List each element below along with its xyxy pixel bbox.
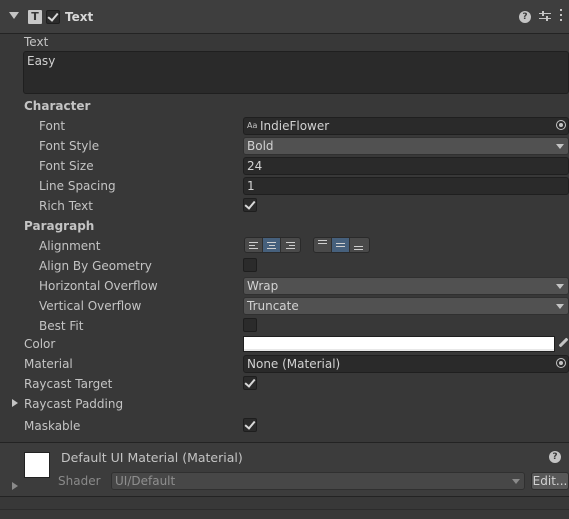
maskable-checkbox[interactable] [243, 418, 257, 432]
eyedropper-icon[interactable] [558, 337, 569, 349]
text-component-icon: T [28, 10, 42, 24]
line-spacing-value: 1 [247, 179, 255, 193]
component-title: Text [65, 10, 94, 24]
horizontal-overflow-label: Horizontal Overflow [39, 279, 158, 293]
align-top-button[interactable] [314, 238, 332, 252]
color-label: Color [24, 337, 56, 351]
align-by-geometry-label: Align By Geometry [39, 259, 152, 273]
font-size-label: Font Size [39, 159, 94, 173]
color-swatch[interactable] [243, 336, 555, 352]
raycast-padding-foldout-icon[interactable] [12, 399, 18, 407]
material-preview-thumbnail [24, 452, 50, 478]
component-enabled-checkbox[interactable] [46, 10, 60, 24]
raycast-padding-label[interactable]: Raycast Padding [24, 397, 123, 411]
checkmark-icon [47, 10, 59, 22]
section-divider [0, 509, 569, 510]
font-asset-icon: Aa [247, 121, 258, 130]
character-heading: Character [24, 99, 91, 113]
horizontal-overflow-dropdown[interactable]: Wrap [243, 277, 569, 295]
vertical-overflow-dropdown[interactable]: Truncate [243, 297, 569, 315]
font-label: Font [39, 119, 66, 133]
font-size-value: 24 [247, 159, 263, 173]
font-field[interactable]: Aa IndieFlower [243, 117, 569, 135]
align-bottom-button[interactable] [350, 238, 368, 252]
line-spacing-label: Line Spacing [39, 179, 116, 193]
chevron-down-icon [556, 284, 564, 289]
paragraph-heading: Paragraph [24, 219, 95, 233]
align-middle-button[interactable] [332, 238, 350, 252]
raycast-target-checkbox[interactable] [243, 376, 257, 390]
align-left-button[interactable] [245, 238, 263, 252]
font-style-dropdown[interactable]: Bold [243, 137, 569, 155]
shader-dropdown[interactable]: UI/Default [111, 472, 525, 490]
font-value: IndieFlower [260, 119, 330, 133]
inspector-bottom [0, 497, 569, 519]
shader-value: UI/Default [115, 474, 176, 488]
context-menu-icon[interactable] [559, 8, 563, 22]
rich-text-label: Rich Text [39, 199, 93, 213]
alignment-label: Alignment [39, 239, 101, 253]
chevron-down-icon [556, 304, 564, 309]
help-icon[interactable]: ? [519, 11, 531, 23]
text-area-value: Easy [27, 54, 56, 68]
checkmark-icon [244, 418, 256, 430]
horizontal-overflow-value: Wrap [247, 279, 279, 293]
checkmark-icon [244, 198, 256, 210]
material-field[interactable]: None (Material) [243, 355, 569, 373]
vertical-alignment-group [313, 237, 370, 253]
font-size-field[interactable]: 24 [243, 157, 569, 175]
align-center-button[interactable] [263, 238, 281, 252]
line-spacing-field[interactable]: 1 [243, 177, 569, 195]
raycast-target-label: Raycast Target [24, 377, 113, 391]
font-style-value: Bold [247, 139, 274, 153]
object-picker-icon[interactable] [556, 358, 566, 368]
material-label: Material [24, 357, 73, 371]
align-by-geometry-checkbox[interactable] [243, 258, 257, 272]
vertical-overflow-value: Truncate [247, 299, 299, 313]
best-fit-label: Best Fit [39, 319, 84, 333]
help-icon[interactable]: ? [549, 451, 561, 463]
edit-shader-button[interactable]: Edit... [531, 472, 569, 490]
shader-label: Shader [58, 474, 101, 488]
text-area[interactable]: Easy [23, 51, 569, 94]
chevron-down-icon [556, 144, 564, 149]
vertical-overflow-label: Vertical Overflow [39, 299, 142, 313]
maskable-label: Maskable [24, 419, 81, 433]
chevron-down-icon [512, 479, 520, 484]
font-style-label: Font Style [39, 139, 100, 153]
default-material-title: Default UI Material (Material) [61, 450, 243, 465]
best-fit-checkbox[interactable] [243, 318, 257, 332]
align-right-button[interactable] [281, 238, 299, 252]
presets-icon[interactable] [539, 10, 551, 22]
text-label: Text [24, 35, 49, 49]
rich-text-checkbox[interactable] [243, 198, 257, 212]
checkmark-icon [244, 376, 256, 388]
alpha-bar [244, 349, 554, 351]
object-picker-icon[interactable] [556, 120, 566, 130]
material-foldout-icon[interactable] [12, 482, 18, 490]
material-value: None (Material) [247, 357, 341, 371]
foldout-arrow-icon[interactable] [9, 12, 19, 19]
horizontal-alignment-group [244, 237, 301, 253]
